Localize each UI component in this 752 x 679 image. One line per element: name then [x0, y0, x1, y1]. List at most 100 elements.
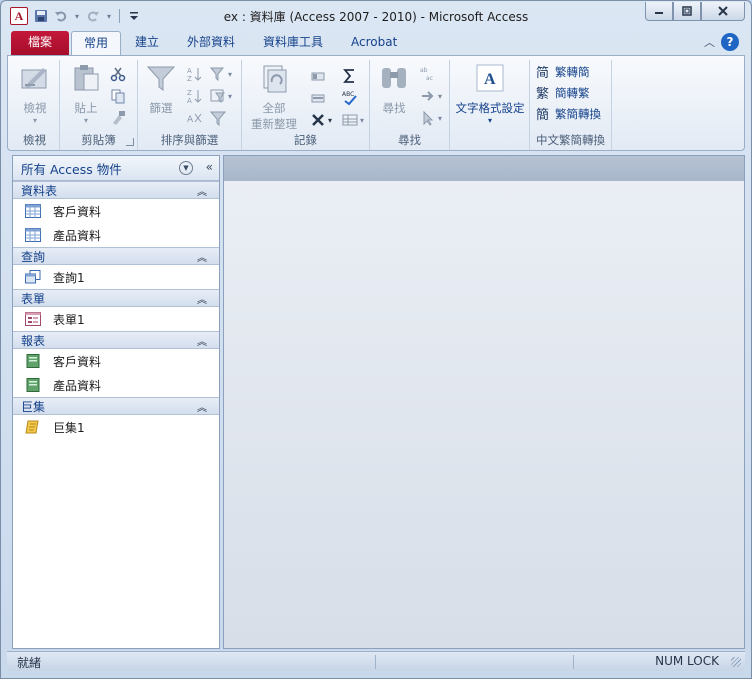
list-item[interactable]: 產品資料: [13, 373, 219, 397]
nav-group-label: 表單: [21, 291, 46, 306]
go-to-button[interactable]: ▾: [420, 88, 442, 104]
filter-button[interactable]: 篩選: [144, 62, 178, 116]
sort-ascending-icon: AZ: [187, 67, 202, 82]
help-icon[interactable]: ?: [721, 33, 739, 51]
new-record-icon: [311, 72, 325, 81]
svg-text:Z: Z: [187, 89, 192, 97]
list-item[interactable]: 巨集1: [13, 415, 219, 439]
list-item-label: 客戶資料: [53, 354, 102, 369]
clipboard-dialog-launcher-icon[interactable]: [126, 138, 134, 146]
report-icon: [26, 378, 40, 392]
spelling-button[interactable]: ABC: [342, 90, 358, 106]
advanced-filter-dropdown-icon: ▾: [228, 91, 233, 101]
sort-descending-icon: ZA: [187, 89, 202, 104]
nav-pane-header[interactable]: 所有 Access 物件 ▼ «: [13, 156, 219, 181]
more-records-button[interactable]: ▾: [342, 112, 364, 128]
save-record-button[interactable]: [310, 90, 326, 106]
toggle-filter-button[interactable]: [210, 110, 226, 126]
resize-grip-icon[interactable]: [731, 657, 741, 667]
paste-dropdown-icon: ▾: [83, 116, 88, 125]
table-icon: [25, 228, 41, 242]
selection-filter-button[interactable]: ▾: [210, 66, 232, 82]
list-item[interactable]: 客戶資料: [13, 349, 219, 373]
status-divider: [375, 655, 376, 669]
filter-button-label: 篩選: [149, 101, 173, 115]
select-button[interactable]: ▾: [420, 110, 442, 126]
simp-to-trad-label: 簡轉繁: [555, 86, 590, 100]
list-item-label: 表單1: [53, 312, 85, 327]
refresh-all-label-line2: 重新整理: [251, 117, 297, 131]
copy-button[interactable]: [110, 88, 126, 104]
view-button[interactable]: 檢視 ▾: [18, 62, 52, 125]
nav-group-label: 巨集: [21, 399, 46, 414]
collapse-group-icon[interactable]: ︽: [197, 249, 207, 264]
group-label-view: 檢視: [23, 133, 46, 147]
view-design-icon: [21, 68, 47, 89]
group-records: 全部 重新整理 ▾ ABC ▾ 記錄: [242, 60, 370, 150]
nav-group-queries[interactable]: 查詢 ︽: [13, 247, 219, 265]
group-label-find: 尋找: [398, 133, 421, 147]
sort-ascending-button[interactable]: AZ: [186, 66, 202, 82]
trad-to-simp-button[interactable]: 简 繁轉簡: [536, 64, 590, 80]
group-find: 尋找 ab ac ▾ ▾ 尋找: [370, 60, 450, 150]
paste-button[interactable]: 貼上 ▾: [68, 62, 104, 125]
delete-record-button[interactable]: ▾: [310, 112, 332, 128]
cut-button[interactable]: [110, 66, 126, 82]
format-painter-button[interactable]: [110, 110, 126, 126]
title-bar: A ▾ ▾ ex : 資料庫 (Access 2007 - 2010) - Mi…: [1, 1, 751, 31]
group-text-formatting: A 文字格式設定 ▾: [450, 60, 530, 150]
workspace-header-strip: [224, 156, 744, 181]
minimize-icon: [655, 12, 663, 14]
minimize-ribbon-icon[interactable]: ︿: [704, 34, 715, 50]
tab-external-data[interactable]: 外部資料: [175, 31, 247, 56]
list-item[interactable]: 表單1: [13, 307, 219, 331]
replace-button[interactable]: ab ac: [420, 66, 436, 82]
nav-group-reports[interactable]: 報表 ︽: [13, 331, 219, 349]
text-formatting-button[interactable]: A 文字格式設定 ▾: [452, 62, 528, 125]
nav-group-label: 查詢: [21, 249, 46, 264]
tab-database-tools[interactable]: 資料庫工具: [251, 31, 335, 56]
restore-icon: [682, 6, 692, 16]
list-item[interactable]: 查詢1: [13, 265, 219, 289]
minimize-button[interactable]: [645, 2, 673, 21]
tab-file[interactable]: 檔案: [11, 31, 69, 56]
maximize-button[interactable]: [673, 2, 701, 21]
form-icon: [25, 312, 41, 326]
select-dropdown-icon: ▾: [438, 113, 443, 123]
tab-home[interactable]: 常用: [71, 31, 122, 56]
refresh-all-label-line1: 全部: [262, 101, 286, 115]
more-dropdown-icon: ▾: [360, 115, 365, 125]
simp-to-trad-button[interactable]: 繁 簡轉繁: [536, 85, 590, 101]
collapse-group-icon[interactable]: ︽: [197, 399, 207, 414]
clear-sort-button[interactable]: A: [186, 110, 202, 126]
view-button-label: 檢視: [23, 101, 47, 115]
new-record-button[interactable]: [310, 68, 326, 84]
close-button[interactable]: [701, 2, 745, 21]
nav-group-tables[interactable]: 資料表 ︽: [13, 181, 219, 199]
macro-icon: [25, 420, 39, 434]
trad-simp-convert-button[interactable]: 簡 繁簡轉換: [536, 106, 601, 122]
selection-filter-icon: [210, 67, 225, 82]
tab-create[interactable]: 建立: [123, 31, 171, 56]
find-button[interactable]: 尋找: [374, 62, 414, 116]
nav-pane-menu-icon[interactable]: ▼: [179, 161, 193, 175]
refresh-all-button[interactable]: 全部 重新整理: [246, 62, 302, 132]
shutter-bar-close-icon[interactable]: «: [206, 160, 213, 174]
list-item-label: 巨集1: [53, 420, 85, 435]
svg-text:A: A: [187, 67, 192, 75]
nav-group-macros[interactable]: 巨集 ︽: [13, 397, 219, 415]
list-item[interactable]: 客戶資料: [13, 199, 219, 223]
text-format-a-icon: A: [476, 64, 504, 92]
collapse-group-icon[interactable]: ︽: [197, 183, 207, 198]
nav-group-forms[interactable]: 表單 ︽: [13, 289, 219, 307]
num-lock-indicator: NUM LOCK: [655, 654, 719, 668]
advanced-filter-button[interactable]: ▾: [210, 88, 232, 104]
totals-button[interactable]: [342, 68, 358, 84]
collapse-group-icon[interactable]: ︽: [197, 291, 207, 306]
list-item[interactable]: 產品資料: [13, 223, 219, 247]
collapse-group-icon[interactable]: ︽: [197, 333, 207, 348]
sort-descending-button[interactable]: ZA: [186, 88, 202, 104]
trad-simp-convert-label: 繁簡轉換: [555, 107, 601, 121]
tab-acrobat[interactable]: Acrobat: [339, 31, 409, 56]
binoculars-icon: [382, 68, 406, 88]
